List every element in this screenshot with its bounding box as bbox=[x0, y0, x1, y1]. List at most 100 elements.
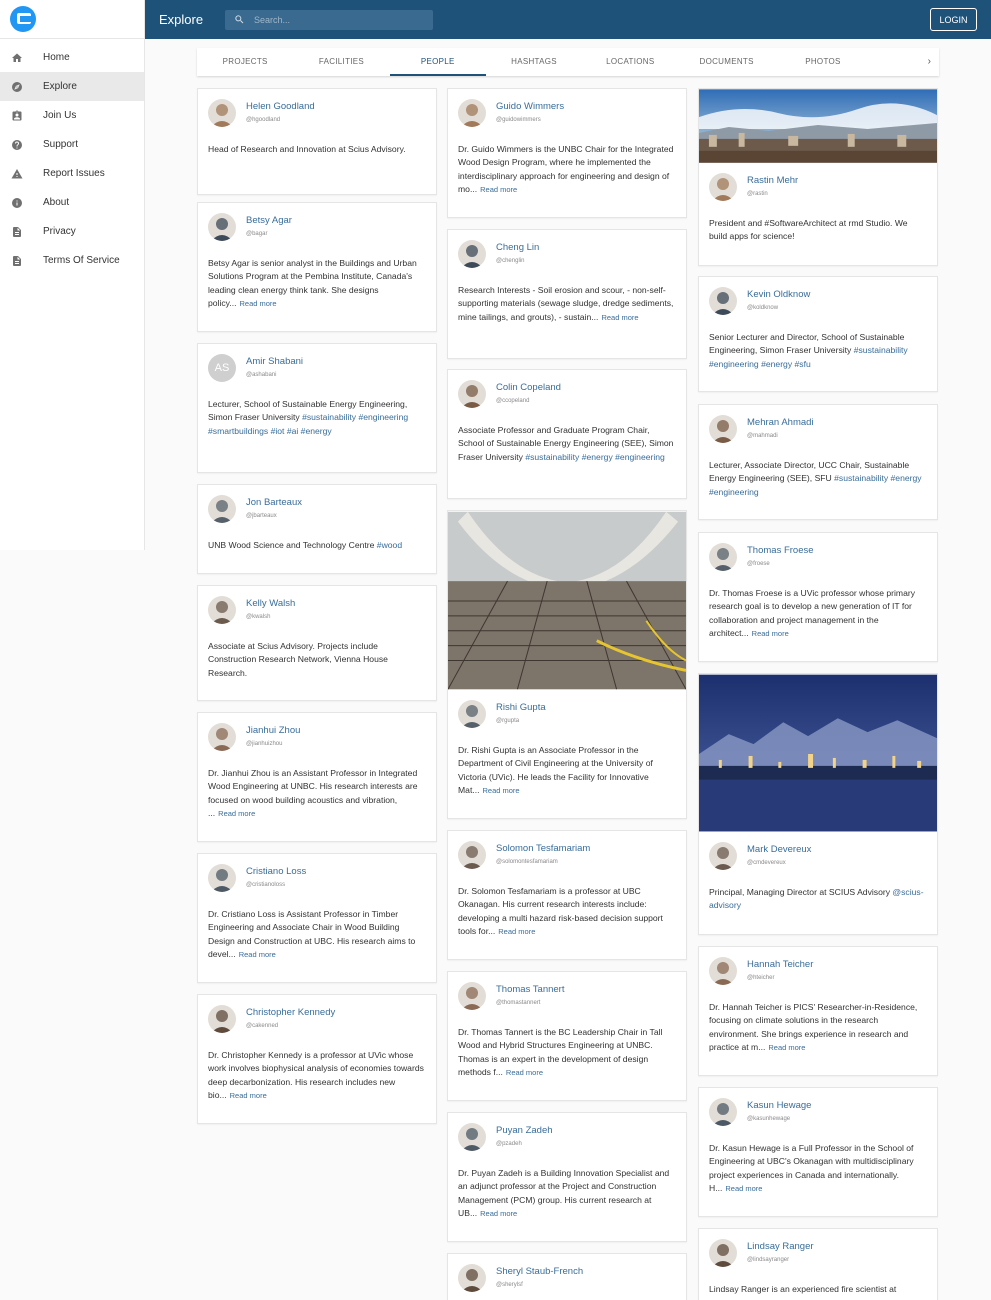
avatar[interactable] bbox=[458, 240, 486, 268]
sidebar-item-about[interactable]: About bbox=[0, 188, 144, 217]
person-name-link[interactable]: Thomas Froese bbox=[747, 545, 814, 556]
sidebar-item-join-us[interactable]: Join Us bbox=[0, 101, 144, 130]
person-name-link[interactable]: Helen Goodland bbox=[246, 101, 315, 112]
person-name-link[interactable]: Kelly Walsh bbox=[246, 598, 295, 609]
person-card-kevin-oldknow[interactable]: Kevin Oldknow @koldknow Senior Lecturer … bbox=[698, 276, 938, 392]
tab-people[interactable]: PEOPLE bbox=[389, 48, 487, 76]
person-name-link[interactable]: Lindsay Ranger bbox=[747, 1241, 814, 1252]
person-name-link[interactable]: Guido Wimmers bbox=[496, 101, 564, 112]
avatar[interactable] bbox=[208, 864, 236, 892]
person-name-link[interactable]: Puyan Zadeh bbox=[496, 1125, 553, 1136]
person-name-link[interactable]: Amir Shabani bbox=[246, 356, 303, 367]
person-card-cheng-lin[interactable]: Cheng Lin @chenglin Research Interests -… bbox=[447, 229, 687, 359]
avatar[interactable] bbox=[709, 842, 737, 870]
tab-hashtags[interactable]: HASHTAGS bbox=[486, 48, 582, 76]
person-card-puyan-zadeh[interactable]: Puyan Zadeh @pzadeh Dr. Puyan Zadeh is a… bbox=[447, 1112, 687, 1242]
person-name-link[interactable]: Hannah Teicher bbox=[747, 959, 813, 970]
search-box[interactable] bbox=[225, 9, 433, 30]
person-card-kasun-hewage[interactable]: Kasun Hewage @kasunhewage Dr. Kasun Hewa… bbox=[698, 1087, 938, 1217]
person-card-helen-goodland[interactable]: Helen Goodland @hgoodland Head of Resear… bbox=[197, 88, 437, 195]
person-name-link[interactable]: Kevin Oldknow bbox=[747, 289, 810, 300]
tab-projects[interactable]: PROJECTS bbox=[197, 48, 293, 76]
tab-photos[interactable]: PHOTOS bbox=[775, 48, 871, 76]
read-more-link[interactable]: Read more bbox=[506, 1068, 543, 1077]
person-card-thomas-froese[interactable]: Thomas Froese @froese Dr. Thomas Froese … bbox=[698, 532, 938, 662]
avatar[interactable] bbox=[208, 1005, 236, 1033]
avatar[interactable] bbox=[208, 495, 236, 523]
read-more-link[interactable]: Read more bbox=[601, 313, 638, 322]
person-name-link[interactable]: Mehran Ahmadi bbox=[747, 417, 814, 428]
person-name-link[interactable]: Cheng Lin bbox=[496, 242, 539, 253]
person-name-link[interactable]: Rastin Mehr bbox=[747, 175, 798, 186]
person-card-thomas-tannert[interactable]: Thomas Tannert @thomastannert Dr. Thomas… bbox=[447, 971, 687, 1101]
app-logo[interactable] bbox=[10, 6, 36, 32]
person-card-jon-barteaux[interactable]: Jon Barteaux @jbarteaux UNB Wood Science… bbox=[197, 484, 437, 574]
avatar[interactable] bbox=[208, 723, 236, 751]
sidebar-item-support[interactable]: Support bbox=[0, 130, 144, 159]
person-card-jianhui-zhou[interactable]: Jianhui Zhou @jianhuizhou Dr. Jianhui Zh… bbox=[197, 712, 437, 842]
read-more-link[interactable]: Read more bbox=[498, 927, 535, 936]
person-name-link[interactable]: Jianhui Zhou bbox=[246, 725, 300, 736]
read-more-link[interactable]: Read more bbox=[230, 1091, 267, 1100]
read-more-link[interactable]: Read more bbox=[725, 1184, 762, 1193]
sidebar-item-terms-of-service[interactable]: Terms Of Service bbox=[0, 246, 144, 275]
tab-facilities[interactable]: FACILITIES bbox=[293, 48, 389, 76]
avatar[interactable] bbox=[709, 957, 737, 985]
person-name-link[interactable]: Mark Devereux bbox=[747, 844, 811, 855]
person-card-mehran-ahmadi[interactable]: Mehran Ahmadi @mahmadi Lecturer, Associa… bbox=[698, 404, 938, 520]
person-name-link[interactable]: Christopher Kennedy bbox=[246, 1007, 335, 1018]
avatar[interactable] bbox=[458, 1264, 486, 1292]
person-card-cristiano-loss[interactable]: Cristiano Loss @cristianoloss Dr. Cristi… bbox=[197, 853, 437, 983]
sidebar-item-report-issues[interactable]: Report Issues bbox=[0, 159, 144, 188]
avatar[interactable] bbox=[458, 841, 486, 869]
avatar[interactable] bbox=[709, 173, 737, 201]
read-more-link[interactable]: Read more bbox=[483, 786, 520, 795]
sidebar-item-explore[interactable]: Explore bbox=[0, 72, 144, 101]
avatar[interactable] bbox=[709, 1098, 737, 1126]
read-more-link[interactable]: Read more bbox=[752, 629, 789, 638]
read-more-link[interactable]: Read more bbox=[768, 1043, 805, 1052]
avatar[interactable] bbox=[208, 99, 236, 127]
read-more-link[interactable]: Read more bbox=[240, 299, 277, 308]
person-card-betsy-agar[interactable]: Betsy Agar @bagar Betsy Agar is senior a… bbox=[197, 202, 437, 332]
person-card-lindsay-ranger[interactable]: Lindsay Ranger @lindsayranger Lindsay Ra… bbox=[698, 1228, 938, 1300]
tab-documents[interactable]: DOCUMENTS bbox=[678, 48, 774, 76]
bio-hashtags[interactable]: #wood bbox=[377, 540, 402, 550]
person-name-link[interactable]: Rishi Gupta bbox=[496, 702, 546, 713]
person-card-rastin-mehr[interactable]: Rastin Mehr @rastin President and #Softw… bbox=[698, 88, 938, 266]
login-button[interactable]: LOGIN bbox=[930, 8, 977, 31]
person-card-christopher-kennedy[interactable]: Christopher Kennedy @cakenned Dr. Christ… bbox=[197, 994, 437, 1124]
person-name-link[interactable]: Kasun Hewage bbox=[747, 1100, 811, 1111]
avatar[interactable] bbox=[208, 596, 236, 624]
person-name-link[interactable]: Jon Barteaux bbox=[246, 497, 302, 508]
person-card-amir-shabani[interactable]: AS Amir Shabani @ashabani Lecturer, Scho… bbox=[197, 343, 437, 473]
person-name-link[interactable]: Colin Copeland bbox=[496, 382, 561, 393]
person-card-colin-copeland[interactable]: Colin Copeland @ccopeland Associate Prof… bbox=[447, 369, 687, 499]
avatar[interactable] bbox=[458, 700, 486, 728]
avatar[interactable]: AS bbox=[208, 354, 236, 382]
avatar[interactable] bbox=[709, 415, 737, 443]
avatar[interactable] bbox=[458, 380, 486, 408]
read-more-link[interactable]: Read more bbox=[218, 809, 255, 818]
person-name-link[interactable]: Sheryl Staub-French bbox=[496, 1266, 583, 1277]
sidebar-item-home[interactable]: Home bbox=[0, 43, 144, 72]
avatar[interactable] bbox=[208, 213, 236, 241]
person-card-kelly-walsh[interactable]: Kelly Walsh @kwalsh Associate at Scius A… bbox=[197, 585, 437, 701]
person-name-link[interactable]: Solomon Tesfamariam bbox=[496, 843, 590, 854]
read-more-link[interactable]: Read more bbox=[480, 185, 517, 194]
avatar[interactable] bbox=[709, 287, 737, 315]
bio-hashtags[interactable]: #sustainability #energy #engineering bbox=[525, 452, 665, 462]
read-more-link[interactable]: Read more bbox=[239, 950, 276, 959]
person-card-hannah-teicher[interactable]: Hannah Teicher @hteicher Dr. Hannah Teic… bbox=[698, 946, 938, 1076]
person-card-sheryl-staub-french[interactable]: Sheryl Staub-French @sherylsf bbox=[447, 1253, 687, 1300]
person-name-link[interactable]: Thomas Tannert bbox=[496, 984, 564, 995]
avatar[interactable] bbox=[458, 1123, 486, 1151]
avatar[interactable] bbox=[709, 1239, 737, 1267]
person-card-solomon-tesfamariam[interactable]: Solomon Tesfamariam @solomontesfamariam … bbox=[447, 830, 687, 960]
person-name-link[interactable]: Betsy Agar bbox=[246, 215, 292, 226]
avatar[interactable] bbox=[458, 99, 486, 127]
tabs-next-chevron-icon[interactable]: › bbox=[928, 48, 931, 76]
person-card-rishi-gupta[interactable]: Rishi Gupta @rgupta Dr. Rishi Gupta is a… bbox=[447, 510, 687, 819]
sidebar-item-privacy[interactable]: Privacy bbox=[0, 217, 144, 246]
read-more-link[interactable]: Read more bbox=[480, 1209, 517, 1218]
